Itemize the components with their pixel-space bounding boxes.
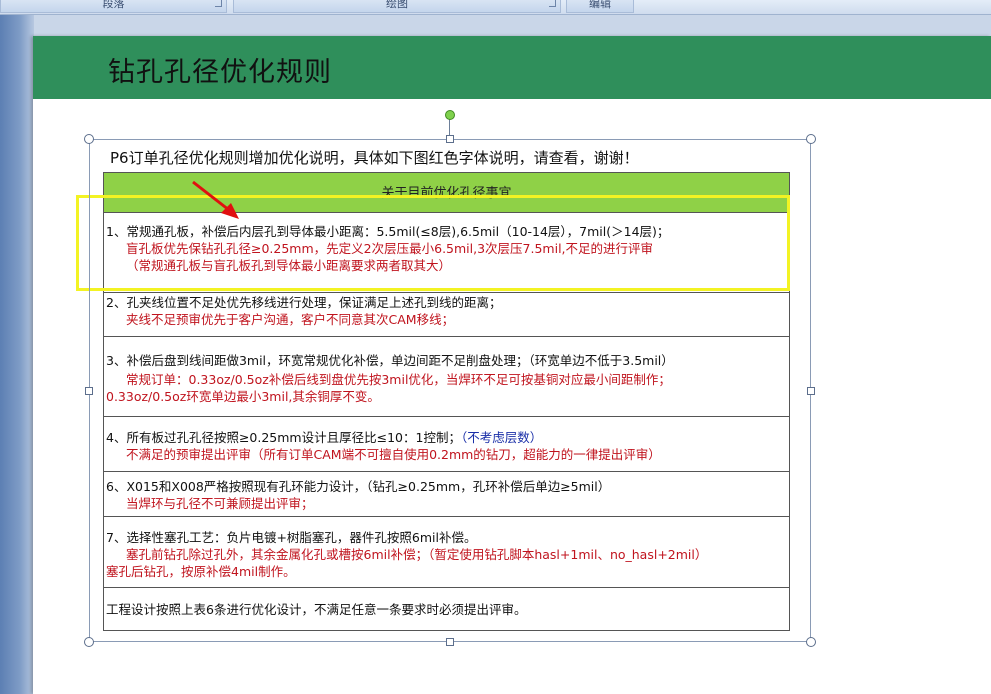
ribbon-group-label: 编辑 xyxy=(589,0,611,10)
resize-handle-left[interactable] xyxy=(85,387,93,395)
ribbon-bar: 段落 绘图 编辑 xyxy=(0,0,991,15)
rotate-handle-icon[interactable] xyxy=(445,110,455,120)
ribbon-group-editing[interactable]: 编辑 xyxy=(566,0,634,13)
ribbon-group-label: 段落 xyxy=(102,0,125,10)
resize-handle-bottom-right[interactable] xyxy=(806,637,816,647)
ribbon-group-drawing[interactable]: 绘图 xyxy=(233,0,561,13)
selection-frame[interactable] xyxy=(89,139,811,642)
dialog-launcher-icon[interactable] xyxy=(215,0,222,7)
dialog-launcher-icon[interactable] xyxy=(549,0,556,7)
ribbon-group-label: 绘图 xyxy=(386,0,408,10)
resize-handle-top-right[interactable] xyxy=(806,134,816,144)
resize-handle-top-left[interactable] xyxy=(84,134,94,144)
resize-handle-bottom-left[interactable] xyxy=(84,637,94,647)
ribbon-group-paragraph[interactable]: 段落 xyxy=(0,0,227,13)
title-bar: 钻孔孔径优化规则 xyxy=(33,36,991,99)
resize-handle-right[interactable] xyxy=(807,387,815,395)
slide-title[interactable]: 钻孔孔径优化规则 xyxy=(108,50,332,89)
resize-handle-bottom[interactable] xyxy=(446,638,454,646)
resize-handle-top[interactable] xyxy=(446,135,454,143)
